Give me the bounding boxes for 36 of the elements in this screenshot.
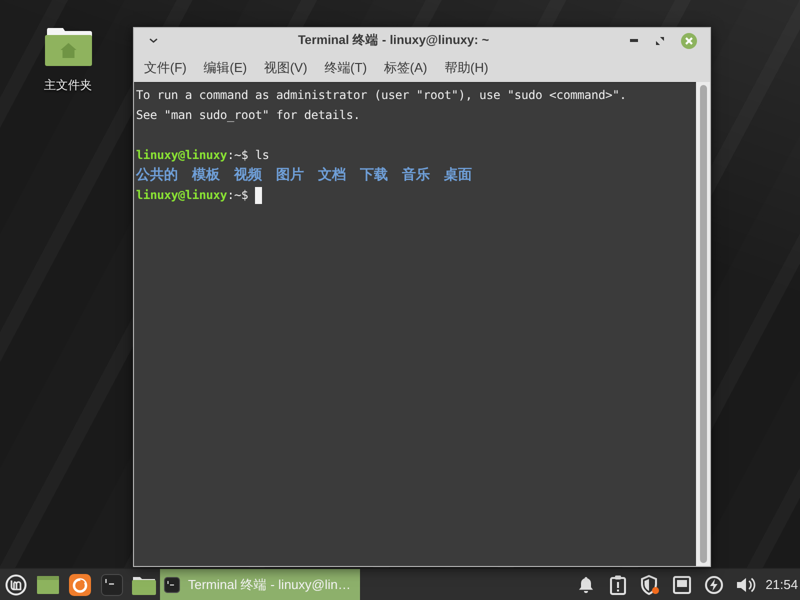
- desktop-icon-label[interactable]: 主文件夹: [44, 78, 92, 92]
- directory-name: 桌面: [444, 166, 472, 184]
- menu-item[interactable]: 文件(F): [136, 58, 195, 76]
- menu-item[interactable]: 帮助(H): [436, 58, 496, 76]
- menu-item[interactable]: 标签(A): [376, 58, 436, 76]
- scrollbar-thumb[interactable]: [700, 85, 707, 563]
- directory-name: 下载: [360, 166, 388, 184]
- terminal-output-line: See "man sudo_root" for details.: [136, 107, 360, 124]
- menu-item[interactable]: 视图(V): [256, 58, 316, 76]
- clock: 21:54: [764, 577, 799, 592]
- directory-name: 视频: [234, 166, 262, 184]
- terminal-output-line: To run a command as administrator (user "root"), use "sudo <command>".: [136, 87, 626, 104]
- directory-name: 公共的: [136, 166, 178, 184]
- window-title: Terminal 终端 - linuxy@linuxy: ~: [296, 32, 490, 49]
- prompt-text: linuxy@linuxy:~$: [136, 187, 248, 204]
- directory-name: 图片: [276, 166, 304, 184]
- home-folder-icon[interactable]: [44, 27, 92, 66]
- browser-icon[interactable]: [69, 574, 91, 596]
- folder-icon[interactable]: [132, 574, 156, 594]
- directory-name: 模板: [192, 166, 220, 184]
- menu-item[interactable]: 终端(T): [316, 58, 375, 76]
- directory-name: 音乐: [402, 166, 430, 184]
- menu-item[interactable]: 编辑(E): [196, 58, 255, 76]
- speaker-icon[interactable]: [736, 576, 756, 594]
- clipboard-alert-icon[interactable]: [610, 574, 626, 594]
- bolt-circle-icon[interactable]: [705, 576, 724, 594]
- bell-icon[interactable]: [578, 576, 594, 594]
- directory-name: 文档: [318, 166, 346, 184]
- menu-logo-icon[interactable]: [5, 574, 27, 596]
- maximize-icon[interactable]: [656, 36, 664, 44]
- shield-icon[interactable]: [640, 574, 660, 594]
- show-desktop-icon[interactable]: [37, 576, 59, 594]
- prompt-text: linuxy@linuxy:~$ ls: [136, 147, 270, 164]
- terminal-icon: [164, 576, 180, 592]
- square-outline-icon[interactable]: [673, 576, 692, 594]
- chevron-down-icon[interactable]: [149, 38, 158, 43]
